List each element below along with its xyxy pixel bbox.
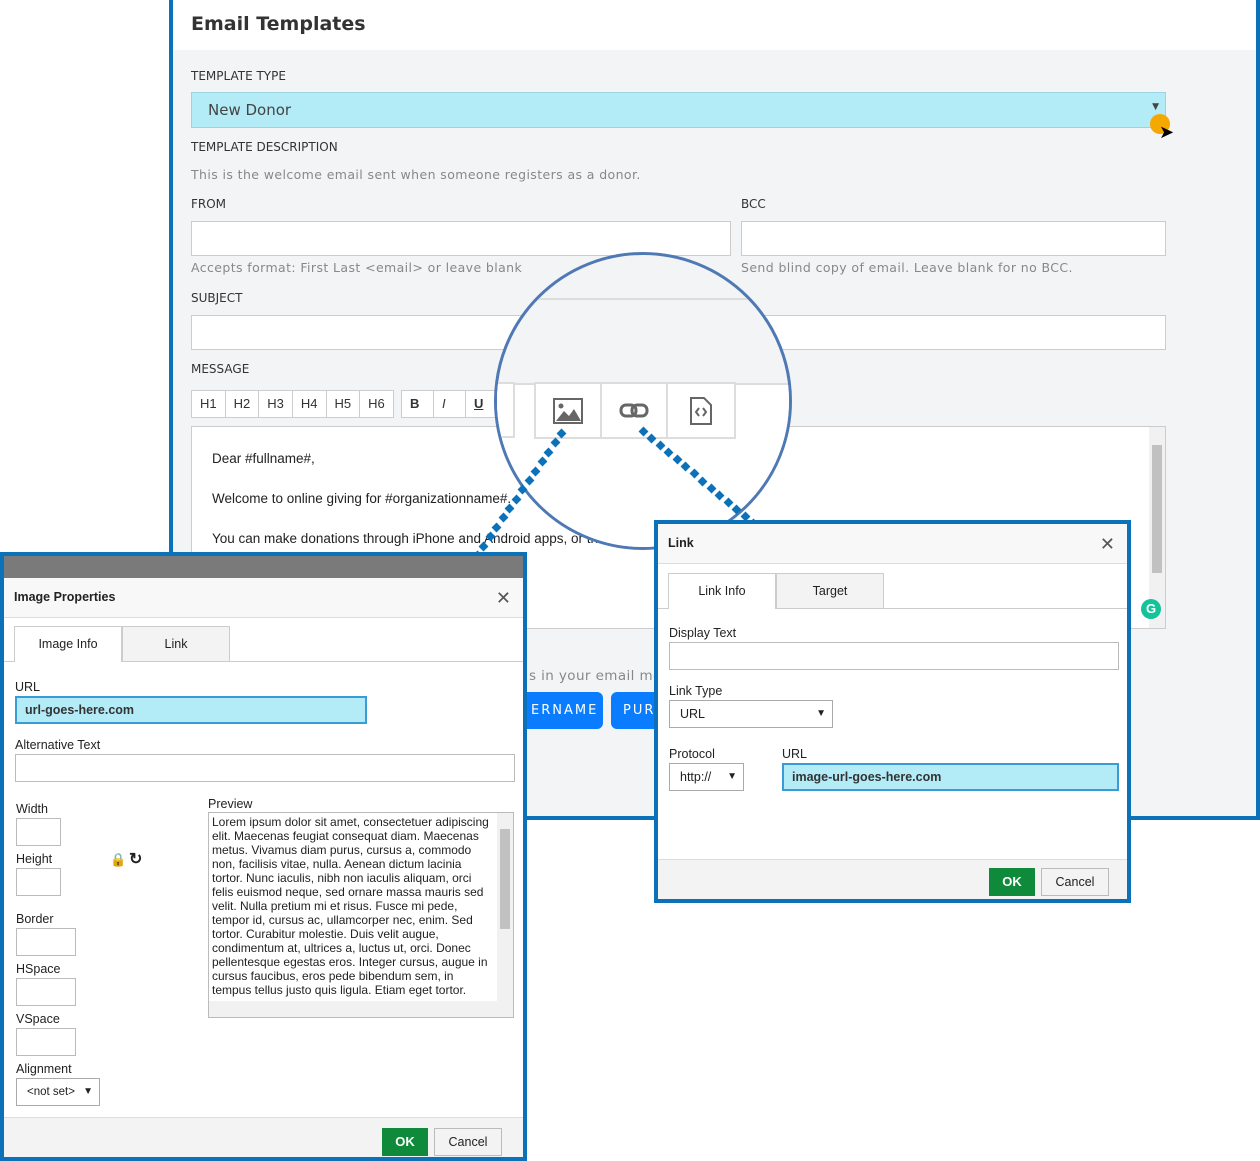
- height-label: Height: [16, 852, 53, 866]
- template-description: This is the welcome email sent when some…: [191, 167, 641, 182]
- link-icon: [619, 403, 649, 417]
- protocol-label: Protocol: [669, 747, 715, 761]
- lock-ratio-icon[interactable]: 🔒: [110, 852, 126, 868]
- width-input[interactable]: [16, 818, 61, 846]
- h3-button[interactable]: H3: [259, 391, 293, 417]
- dialog-title: Image Properties: [4, 578, 523, 618]
- image-button[interactable]: [536, 384, 602, 437]
- h6-button[interactable]: H6: [360, 391, 393, 417]
- close-icon[interactable]: ✕: [496, 588, 511, 609]
- border-label: Border: [16, 912, 54, 926]
- height-input[interactable]: [16, 868, 61, 896]
- chevron-down-icon: ▼: [1152, 102, 1159, 112]
- message-line: Welcome to online giving for #organizati…: [212, 491, 512, 506]
- heading-toolbar: H1 H2 H3 H4 H5 H6: [191, 390, 394, 418]
- page-title: Email Templates: [191, 13, 366, 35]
- bcc-input[interactable]: [741, 221, 1166, 256]
- alignment-label: Alignment: [16, 1062, 72, 1076]
- chevron-down-icon: ▼: [83, 1086, 93, 1097]
- preview-label: Preview: [208, 797, 253, 811]
- hspace-label: HSpace: [16, 962, 61, 976]
- url-input[interactable]: image-url-goes-here.com: [782, 763, 1119, 791]
- vspace-label: VSpace: [16, 1012, 60, 1026]
- bcc-label: BCC: [741, 197, 766, 211]
- underline-button[interactable]: U: [466, 391, 491, 417]
- h5-button[interactable]: H5: [327, 391, 361, 417]
- link-dialog: Link ✕ Link Info Target Display Text Lin…: [654, 520, 1131, 903]
- from-input[interactable]: [191, 221, 731, 256]
- cancel-button[interactable]: Cancel: [434, 1128, 502, 1156]
- from-help: Accepts format: First Last <email> or le…: [191, 260, 523, 275]
- tab-link-info[interactable]: Link Info: [668, 573, 776, 609]
- protocol-select[interactable]: http://▼: [669, 763, 744, 791]
- url-label: URL: [782, 747, 808, 761]
- grammarly-icon[interactable]: G: [1141, 599, 1161, 619]
- code-file-icon: [690, 396, 712, 425]
- image-properties-dialog: Image Properties ✕ Image Info Link URL u…: [0, 552, 527, 1161]
- source-button[interactable]: [668, 384, 734, 437]
- url-label: URL: [15, 680, 41, 694]
- ok-button[interactable]: OK: [382, 1128, 428, 1156]
- image-icon: [553, 397, 583, 424]
- message-label: MESSAGE: [191, 362, 250, 376]
- hspace-input[interactable]: [16, 978, 76, 1006]
- close-icon[interactable]: ✕: [1100, 534, 1115, 555]
- from-label: FROM: [191, 197, 227, 211]
- magnifier: [494, 252, 792, 550]
- vspace-input[interactable]: [16, 1028, 76, 1056]
- h4-button[interactable]: H4: [293, 391, 327, 417]
- link-button[interactable]: [602, 384, 668, 437]
- tags-help: s in your email me: [529, 668, 662, 684]
- bcc-help: Send blind copy of email. Leave blank fo…: [741, 260, 1073, 275]
- display-text-input[interactable]: [669, 642, 1119, 670]
- italic-button[interactable]: I: [434, 391, 466, 417]
- dialog-title: Link: [658, 524, 1127, 564]
- template-type-label: TEMPLATE TYPE: [191, 69, 286, 83]
- preview-hscrollbar[interactable]: [209, 1001, 497, 1017]
- cancel-button[interactable]: Cancel: [1041, 868, 1109, 896]
- editor-scrollbar[interactable]: [1149, 427, 1165, 628]
- chevron-down-icon: ▼: [727, 771, 737, 782]
- subject-label: SUBJECT: [191, 291, 243, 305]
- border-input[interactable]: [16, 928, 76, 956]
- h2-button[interactable]: H2: [226, 391, 260, 417]
- template-description-label: TEMPLATE DESCRIPTION: [191, 140, 338, 154]
- template-type-select[interactable]: New Donor ▼: [191, 92, 1166, 128]
- preview-scrollbar[interactable]: [497, 813, 513, 1017]
- bold-button[interactable]: B: [402, 391, 434, 417]
- reset-size-icon[interactable]: ↻: [129, 849, 142, 869]
- url-input[interactable]: url-goes-here.com: [15, 696, 367, 724]
- tab-target[interactable]: Target: [776, 573, 884, 608]
- alignment-select[interactable]: <not set> ▼: [16, 1078, 100, 1106]
- tag-button-username[interactable]: ERNAME: [519, 692, 603, 729]
- link-type-label: Link Type: [669, 684, 723, 698]
- cursor-icon: ➤: [1159, 122, 1175, 142]
- link-type-select[interactable]: URL ▼: [669, 700, 833, 728]
- width-label: Width: [16, 802, 48, 816]
- alt-text-label: Alternative Text: [15, 738, 101, 752]
- display-text-label: Display Text: [669, 626, 737, 640]
- tab-link[interactable]: Link: [122, 626, 230, 661]
- alt-text-input[interactable]: [15, 754, 515, 782]
- chevron-down-icon: ▼: [816, 708, 826, 719]
- template-type-value: New Donor: [208, 101, 292, 119]
- h1-button[interactable]: H1: [192, 391, 226, 417]
- message-line: Dear #fullname#,: [212, 451, 315, 466]
- tab-image-info[interactable]: Image Info: [14, 626, 122, 662]
- ok-button[interactable]: OK: [989, 868, 1035, 896]
- preview-box: Lorem ipsum dolor sit amet, consectetuer…: [208, 812, 514, 1018]
- header: Email Templates: [173, 0, 1256, 50]
